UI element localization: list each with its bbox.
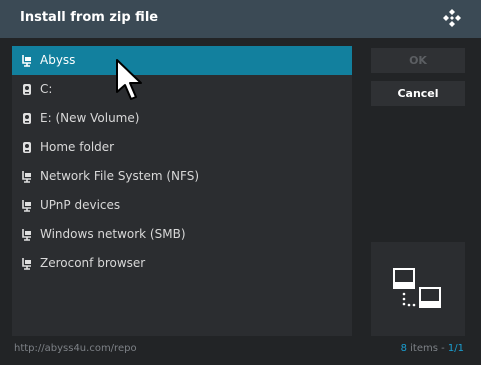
network-share-icon <box>22 258 31 270</box>
list-item-label: UPnP devices <box>40 198 121 212</box>
dialog-title: Install from zip file <box>20 10 159 25</box>
list-item-upnp[interactable]: UPnP devices <box>12 191 352 220</box>
dialog-titlebar: Install from zip file <box>0 0 481 38</box>
list-item-label: E: (New Volume) <box>40 111 140 125</box>
cancel-button[interactable]: Cancel <box>371 81 465 106</box>
list-item-home-folder[interactable]: Home folder <box>12 133 352 162</box>
list-item-zeroconf[interactable]: Zeroconf browser <box>12 249 352 278</box>
source-list: Abyss C: E: (New Volume) Home folder Net… <box>12 46 352 336</box>
list-item-smb[interactable]: Windows network (SMB) <box>12 220 352 249</box>
list-item-c-drive[interactable]: C: <box>12 75 352 104</box>
network-share-icon <box>22 171 31 183</box>
item-count-suffix: items - <box>406 343 448 354</box>
list-item-label: C: <box>40 82 53 96</box>
list-item-label: Abyss <box>40 53 76 67</box>
network-share-icon <box>22 229 31 241</box>
list-item-abyss[interactable]: Abyss <box>12 46 352 75</box>
ok-button[interactable]: OK <box>371 48 465 73</box>
network-computers-icon <box>393 268 441 308</box>
footer-path: http://abyss4u.com/repo <box>14 343 137 354</box>
footer-item-count: 8 items - 1/1 <box>401 343 464 354</box>
page-indicator: 1/1 <box>447 343 464 354</box>
mouse-cursor-icon <box>116 59 142 100</box>
list-item-e-drive[interactable]: E: (New Volume) <box>12 104 352 133</box>
drive-icon <box>23 113 31 124</box>
list-item-label: Zeroconf browser <box>40 256 146 270</box>
network-share-icon <box>22 55 31 67</box>
list-item-label: Windows network (SMB) <box>40 227 186 241</box>
preview-thumbnail <box>371 242 465 336</box>
drive-icon <box>23 142 31 153</box>
network-share-icon <box>22 200 31 212</box>
kodi-logo-icon <box>443 9 461 27</box>
list-item-label: Home folder <box>40 140 115 154</box>
install-from-zip-dialog: Install from zip file Abyss C: E: (New V… <box>0 0 481 365</box>
list-item-label: Network File System (NFS) <box>40 169 200 183</box>
list-item-nfs[interactable]: Network File System (NFS) <box>12 162 352 191</box>
drive-icon <box>23 84 31 95</box>
